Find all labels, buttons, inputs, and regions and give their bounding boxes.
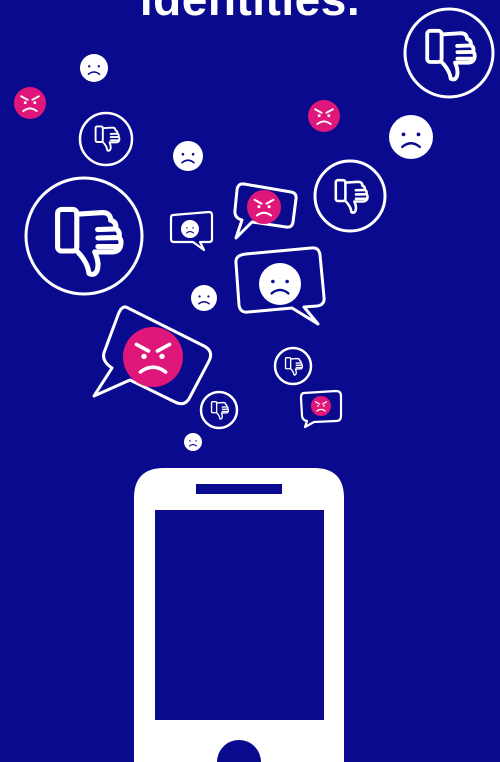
speech-bubble-icon xyxy=(299,389,343,429)
angry-face-icon xyxy=(14,87,46,119)
artwork xyxy=(0,7,495,762)
illustration: identities. xyxy=(0,0,500,762)
speech-bubble-icon xyxy=(92,305,213,406)
sad-face-icon xyxy=(79,53,109,83)
thumbs-down-icon xyxy=(199,390,239,430)
speech-bubble-icon xyxy=(233,184,298,240)
speech-bubble-icon xyxy=(234,246,326,326)
thumbs-down-icon xyxy=(273,346,313,386)
thumbs-down-icon xyxy=(78,111,134,167)
sad-face-icon xyxy=(190,284,218,312)
angry-face-icon xyxy=(308,100,340,132)
sad-face-icon xyxy=(387,113,435,161)
thumbs-down-icon xyxy=(313,159,387,233)
thumbs-down-icon xyxy=(403,7,495,99)
speech-bubble-icon xyxy=(169,210,214,252)
thumbs-down-icon xyxy=(24,176,144,296)
smartphone-icon xyxy=(134,468,344,762)
sad-face-icon xyxy=(172,140,204,172)
sad-face-icon xyxy=(183,432,203,452)
